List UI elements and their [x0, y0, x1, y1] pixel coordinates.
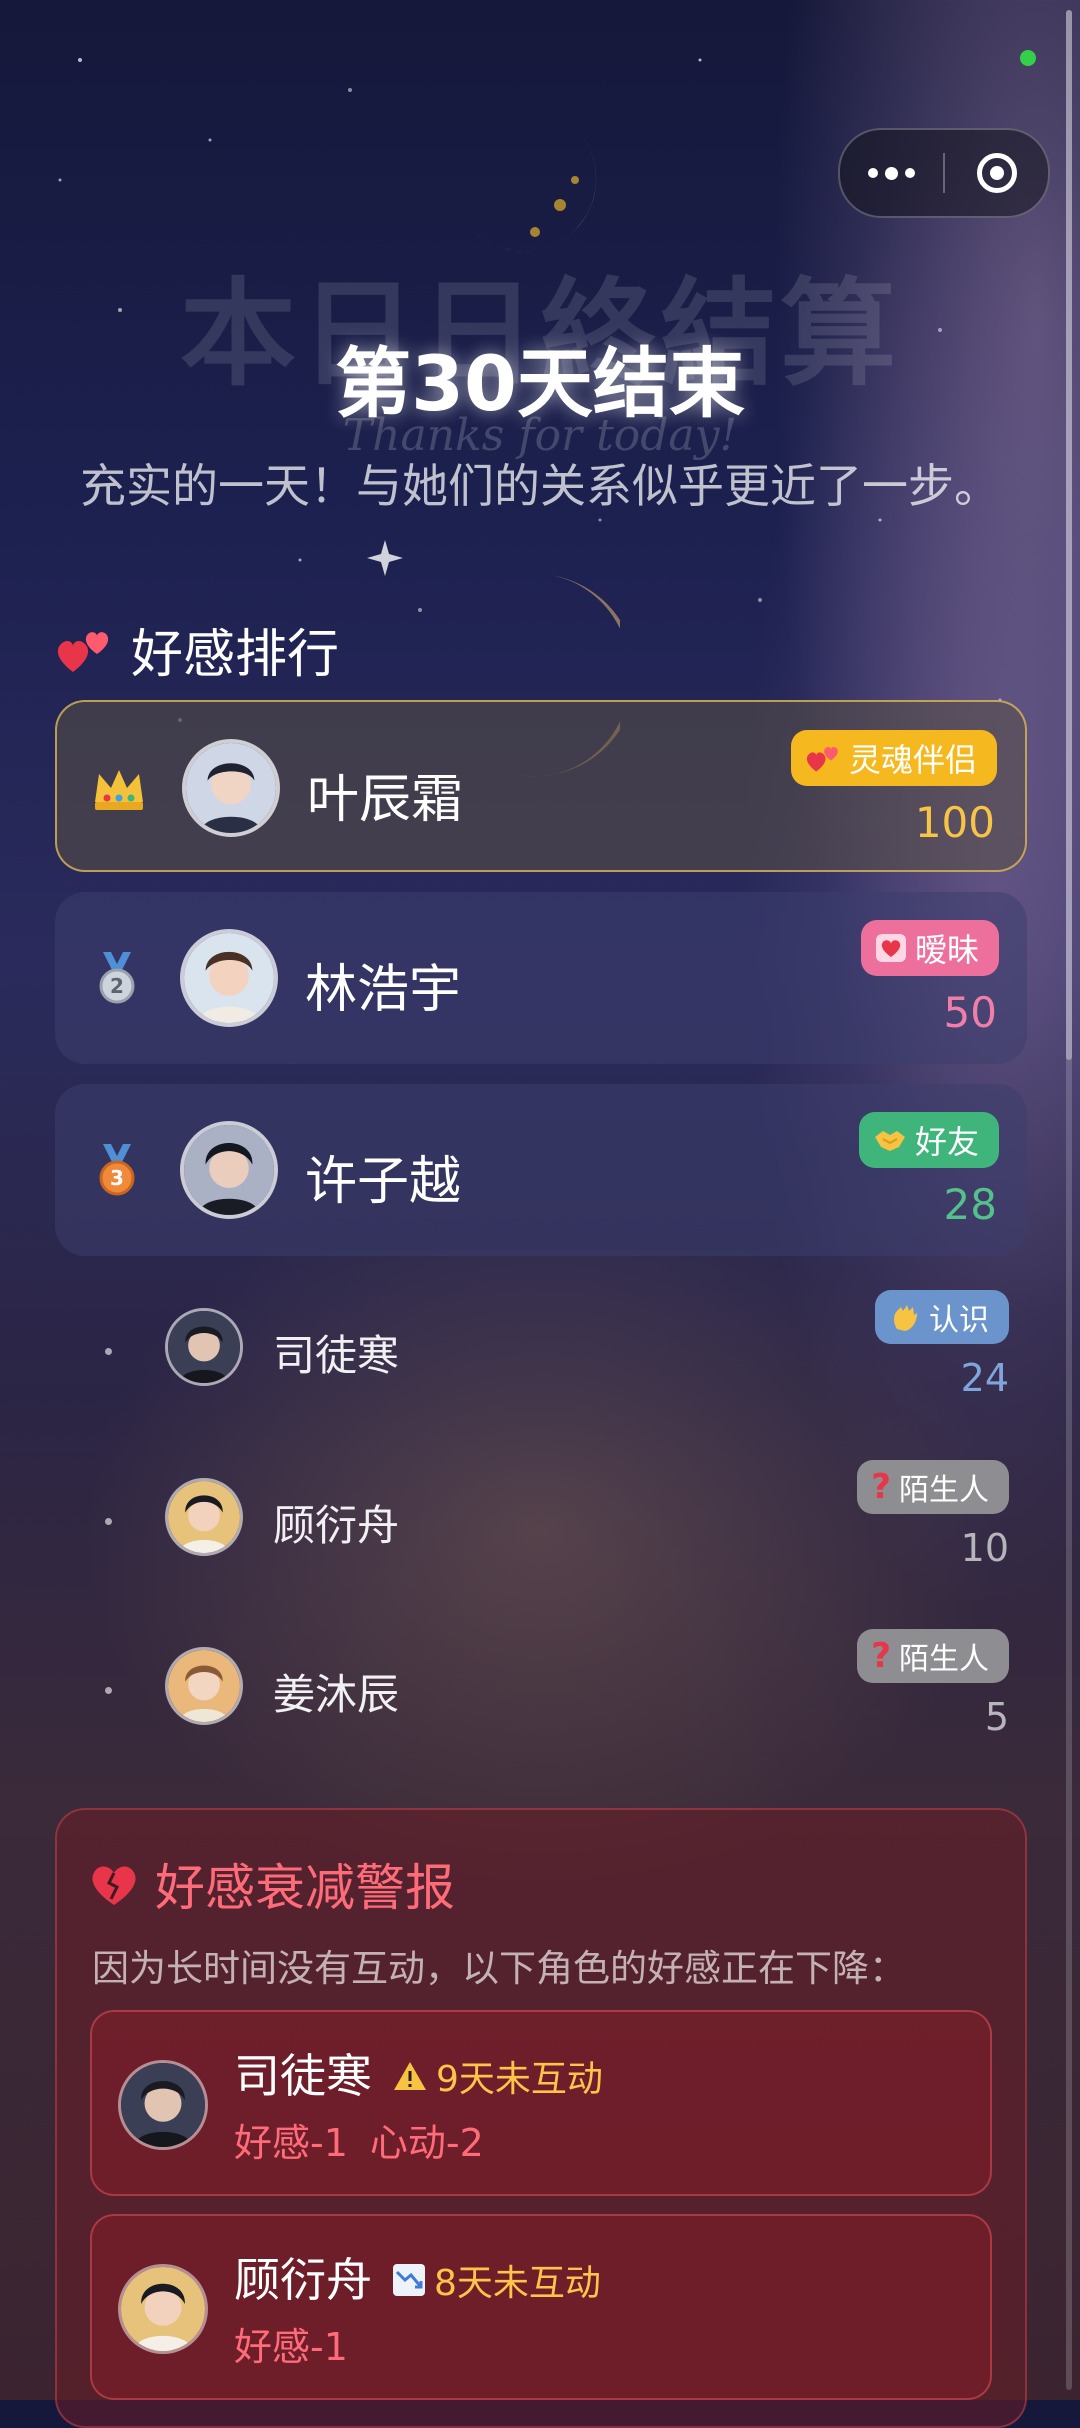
avatar[interactable]	[165, 1308, 243, 1386]
bullet-dot	[105, 1518, 112, 1525]
chart-down-icon	[393, 2264, 425, 2296]
character-name: 司徒寒	[273, 1331, 400, 1380]
question-icon: ?	[871, 1636, 891, 1676]
medal-3-icon: 3	[99, 1144, 135, 1196]
ranking-section-title: 好感排行	[131, 625, 340, 685]
decay-alert-header: 好感衰减警报	[87, 1848, 455, 1920]
relationship-badge: 认识	[875, 1290, 1009, 1344]
ranking-row-6[interactable]: 姜沐辰 ? 陌生人 5	[55, 1617, 1027, 1767]
relationship-badge: ? 陌生人	[857, 1460, 1009, 1514]
relationship-badge: 暧昧	[860, 920, 999, 976]
avatar[interactable]	[118, 2264, 208, 2354]
affection-score: 24	[960, 1356, 1009, 1400]
effect-affection: 好感-1	[234, 2121, 348, 2165]
broken-heart-icon	[92, 1866, 136, 1905]
avatar[interactable]	[180, 929, 278, 1027]
ranking-card-1[interactable]: 叶辰霜 灵魂伴侣 100	[55, 700, 1027, 872]
decay-alert-title: 好感衰减警报	[155, 1859, 455, 1917]
decay-item-2[interactable]: 顾衍舟 8天未互动 好感-1	[90, 2214, 992, 2400]
affection-score: 5	[984, 1695, 1009, 1739]
affection-score: 28	[943, 1180, 997, 1229]
dot-icon	[905, 168, 915, 178]
scrollbar-thumb[interactable]	[1066, 10, 1072, 1060]
ranking-row-4[interactable]: 司徒寒 认识 24	[55, 1278, 1027, 1428]
bullet-dot	[105, 1687, 112, 1694]
decay-effects: 好感-1 心动-2	[234, 2112, 484, 2167]
character-name: 顾衍舟	[234, 2253, 372, 2307]
two-hearts-icon	[57, 631, 109, 672]
decay-alert-description: 因为长时间没有互动，以下角色的好感正在下降：	[92, 1947, 906, 1990]
page-subtitle: 充实的一天！与她们的关系似乎更近了一步。	[80, 459, 1000, 513]
character-name: 叶辰霜	[307, 770, 464, 830]
heart-icon	[875, 934, 906, 962]
ranking-card-2[interactable]: 2 林浩宇 暧昧 50	[55, 892, 1027, 1064]
decay-effects: 好感-1	[234, 2316, 348, 2371]
character-name: 林浩宇	[305, 960, 462, 1020]
dot-icon	[885, 166, 898, 180]
target-icon	[976, 153, 1017, 193]
svg-text:2: 2	[110, 974, 124, 998]
waving-hand-icon	[894, 1305, 917, 1331]
ranking-row-5[interactable]: 顾衍舟 ? 陌生人 10	[55, 1448, 1027, 1598]
character-name: 姜沐辰	[273, 1670, 400, 1719]
badge-label: 认识	[929, 1303, 989, 1338]
affection-score: 50	[943, 988, 997, 1037]
two-hearts-icon	[806, 746, 838, 772]
avatar[interactable]	[180, 1121, 278, 1219]
relationship-badge: 灵魂伴侣	[790, 730, 997, 786]
svg-text:3: 3	[110, 1166, 124, 1190]
warning-icon	[394, 2062, 426, 2090]
badge-label: 陌生人	[899, 1473, 989, 1508]
badge-label: 暧昧	[914, 931, 979, 969]
close-miniprogram-button[interactable]	[945, 130, 1048, 216]
effect-affection: 好感-1	[234, 2325, 348, 2369]
inactivity-warning: 8天未互动	[392, 2254, 601, 2306]
medal-2-icon: 2	[99, 952, 135, 1004]
relationship-badge: 好友	[858, 1112, 999, 1168]
more-menu-button[interactable]	[840, 130, 943, 216]
relationship-badge: ? 陌生人	[857, 1629, 1009, 1683]
status-indicator	[1020, 50, 1036, 66]
page-title: 第30天结束	[335, 339, 745, 428]
bullet-dot	[105, 1348, 112, 1355]
miniprogram-capsule	[838, 128, 1050, 218]
badge-label: 好友	[914, 1123, 979, 1161]
inactivity-text: 8天未互动	[434, 2263, 601, 2304]
avatar[interactable]	[182, 739, 280, 837]
affection-score: 10	[960, 1526, 1009, 1570]
decay-alert-panel: 好感衰减警报 因为长时间没有互动，以下角色的好感正在下降： 司徒寒 9天未互动 …	[55, 1808, 1027, 2428]
badge-label: 陌生人	[899, 1642, 989, 1677]
ranking-section-header: 好感排行	[55, 612, 339, 687]
effect-heartbeat: 心动-2	[369, 2121, 484, 2165]
character-name: 顾衍舟	[273, 1501, 400, 1550]
crown-icon	[95, 770, 143, 810]
question-icon: ?	[871, 1467, 891, 1507]
handshake-icon	[874, 1131, 905, 1151]
avatar[interactable]	[118, 2060, 208, 2150]
dot-icon	[868, 168, 878, 178]
ranking-card-3[interactable]: 3 许子越 好友 28	[55, 1084, 1027, 1256]
badge-label: 灵魂伴侣	[848, 741, 977, 779]
decay-item-1[interactable]: 司徒寒 9天未互动 好感-1 心动-2	[90, 2010, 992, 2196]
character-name: 司徒寒	[234, 2049, 372, 2103]
avatar[interactable]	[165, 1647, 243, 1725]
inactivity-text: 9天未互动	[436, 2059, 603, 2100]
affection-score: 100	[914, 798, 995, 847]
avatar[interactable]	[165, 1478, 243, 1556]
inactivity-warning: 9天未互动	[392, 2050, 603, 2102]
character-name: 许子越	[305, 1152, 462, 1212]
